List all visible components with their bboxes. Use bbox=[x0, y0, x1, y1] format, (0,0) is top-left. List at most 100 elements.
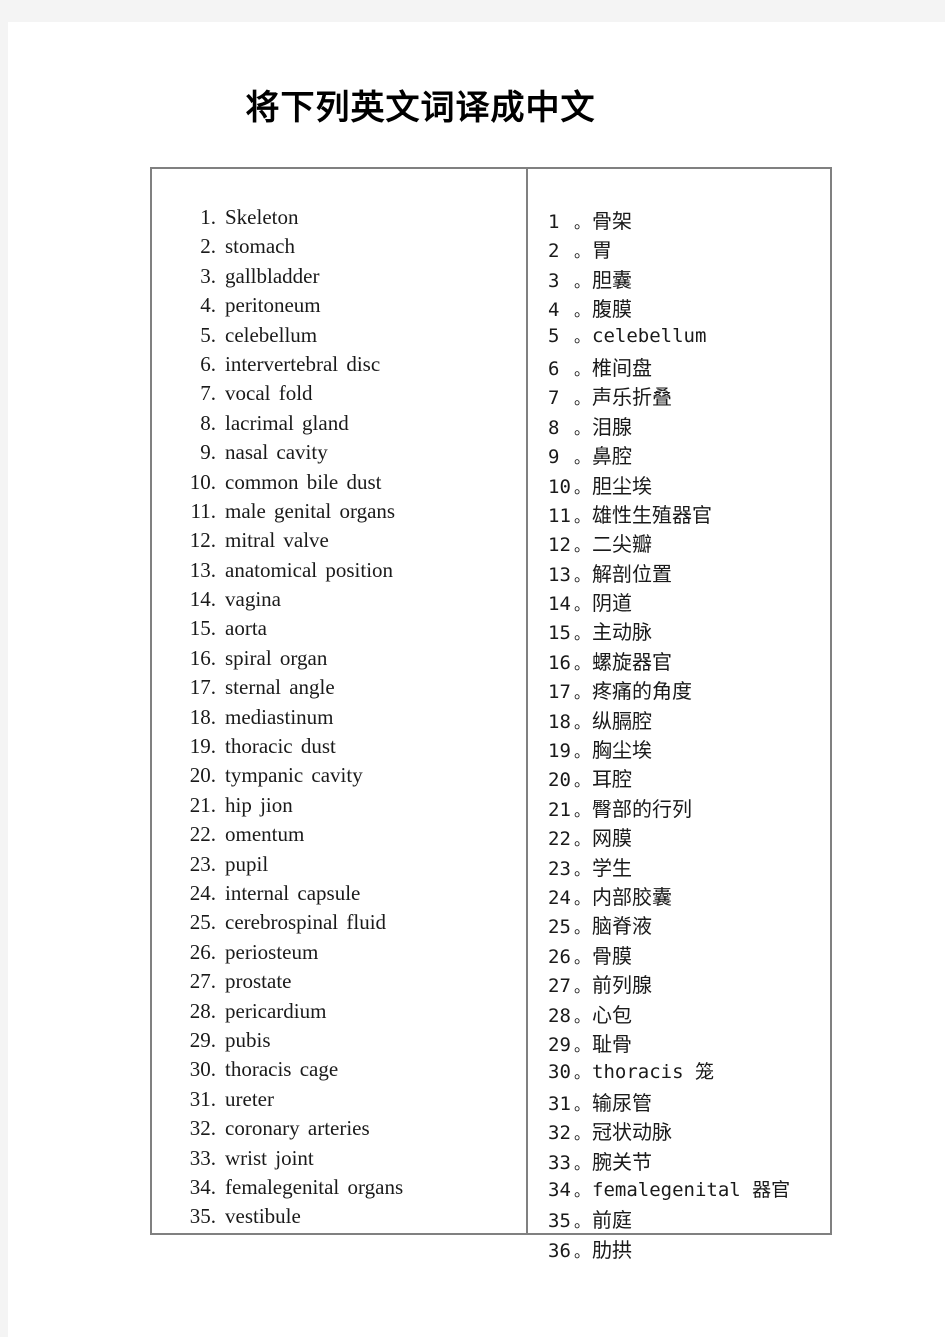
item-number: 15 bbox=[548, 622, 571, 645]
ideographic-full-stop: 。 bbox=[574, 1153, 591, 1173]
english-term: pupil bbox=[225, 851, 269, 876]
ideographic-full-stop: 。 bbox=[574, 448, 591, 468]
item-number: 6. bbox=[200, 351, 216, 376]
ideographic-full-stop: 。 bbox=[574, 742, 591, 762]
item-number: 31 bbox=[548, 1092, 571, 1115]
item-number: 8. bbox=[200, 410, 216, 435]
ideographic-full-stop: 。 bbox=[574, 477, 591, 497]
chinese-answer: 雄性生殖器官 bbox=[592, 502, 713, 527]
ideographic-full-stop: 。 bbox=[574, 1212, 591, 1232]
english-term-row: 18. mediastinum bbox=[176, 705, 526, 734]
item-number: 11. bbox=[190, 498, 216, 523]
english-term: thoracic dust bbox=[225, 734, 336, 759]
item-number: 10. bbox=[189, 469, 216, 494]
english-term: tympanic cavity bbox=[225, 763, 363, 788]
chinese-answer-row: 27。前列腺 bbox=[548, 969, 832, 998]
chinese-answer-row: 33。腕关节 bbox=[548, 1146, 832, 1175]
chinese-answer: 耻骨 bbox=[592, 1031, 633, 1056]
ideographic-full-stop: 。 bbox=[574, 1094, 591, 1114]
chinese-answer: 内部胶囊 bbox=[592, 884, 673, 909]
chinese-answer: 骨架 bbox=[592, 209, 633, 233]
ideographic-full-stop: 。 bbox=[574, 389, 591, 409]
chinese-answer-row: 9 。鼻腔 bbox=[548, 440, 832, 469]
english-term-row: 5. celebellum bbox=[176, 323, 526, 352]
item-number: 28 bbox=[548, 1004, 571, 1027]
chinese-answer: 疼痛的角度 bbox=[592, 679, 693, 704]
english-term-row: 11. male genital organs bbox=[176, 499, 526, 528]
chinese-answer: 臀部的行列 bbox=[592, 796, 693, 821]
chinese-answer: 脑脊液 bbox=[592, 914, 653, 939]
ideographic-full-stop: 。 bbox=[574, 888, 591, 908]
english-term-row: 16. spiral organ bbox=[176, 646, 526, 675]
item-number: 28. bbox=[189, 998, 216, 1023]
item-number: 1. bbox=[200, 205, 216, 229]
ideographic-full-stop: 。 bbox=[574, 1006, 591, 1026]
english-term-row: 3. gallbladder bbox=[176, 264, 526, 293]
english-term: peritoneum bbox=[225, 293, 321, 318]
ideographic-full-stop: 。 bbox=[574, 1035, 591, 1055]
chinese-answer-row: 21。臀部的行列 bbox=[548, 793, 832, 822]
ideographic-full-stop: 。 bbox=[574, 1124, 591, 1144]
item-number: 35 bbox=[548, 1210, 571, 1233]
ideographic-full-stop: 。 bbox=[574, 595, 591, 615]
ideographic-full-stop: 。 bbox=[574, 800, 591, 820]
english-term: vocal fold bbox=[225, 381, 313, 406]
english-term-row: 26. periosteum bbox=[176, 940, 526, 969]
item-number: 3. bbox=[200, 263, 216, 288]
chinese-answer-row: 20。耳腔 bbox=[548, 763, 832, 792]
ideographic-full-stop: 。 bbox=[574, 506, 591, 526]
ideographic-full-stop: 。 bbox=[574, 683, 591, 703]
chinese-answer-row: 11。雄性生殖器官 bbox=[548, 499, 832, 528]
english-term-row: 28. pericardium bbox=[176, 999, 526, 1028]
ideographic-full-stop: 。 bbox=[574, 712, 591, 732]
item-number: 17 bbox=[548, 681, 571, 704]
chinese-answer: 心包 bbox=[592, 1002, 633, 1027]
chinese-answer: 鼻腔 bbox=[592, 444, 633, 469]
chinese-answer-row: 8 。泪腺 bbox=[548, 411, 832, 440]
english-term: coronary arteries bbox=[225, 1116, 370, 1141]
ideographic-full-stop: 。 bbox=[574, 918, 591, 938]
item-number: 26. bbox=[189, 939, 216, 964]
english-term-row: 32. coronary arteries bbox=[176, 1116, 526, 1145]
english-term-row: 30. thoracis cage bbox=[176, 1057, 526, 1086]
item-number: 25 bbox=[548, 916, 571, 939]
english-term: lacrimal gland bbox=[225, 410, 349, 435]
chinese-answer-row: 5 。 celebellum bbox=[548, 323, 832, 352]
ideographic-full-stop: 。 bbox=[574, 242, 591, 262]
item-number: 24. bbox=[189, 880, 216, 905]
item-number: 22. bbox=[189, 822, 216, 847]
chinese-answer-row: 34。 femalegenital 器官 bbox=[548, 1175, 832, 1204]
item-number: 33 bbox=[548, 1151, 571, 1174]
item-number: 1 bbox=[548, 211, 560, 233]
chinese-answer: 胸尘埃 bbox=[592, 738, 653, 763]
english-term: stomach bbox=[225, 234, 295, 259]
chinese-answer-row: 13。解剖位置 bbox=[548, 558, 832, 587]
chinese-answer-row: 12。二尖瓣 bbox=[548, 528, 832, 557]
item-number: 27 bbox=[548, 975, 571, 998]
item-number: 33. bbox=[189, 1145, 216, 1170]
item-number: 5 bbox=[548, 324, 560, 347]
english-term: femalegenital organs bbox=[225, 1174, 404, 1199]
english-term: prostate bbox=[225, 969, 292, 994]
english-term-row: 20. tympanic cavity bbox=[176, 763, 526, 792]
chinese-answer: 肋拱 bbox=[592, 1237, 633, 1262]
item-number: 30. bbox=[189, 1057, 216, 1082]
english-term: pericardium bbox=[225, 998, 327, 1023]
item-number: 8 bbox=[548, 416, 560, 439]
chinese-answer-row: 24。内部胶囊 bbox=[548, 881, 832, 910]
english-term-row: 29. pubis bbox=[176, 1028, 526, 1057]
chinese-answer-row: 1 。骨架 bbox=[548, 205, 832, 234]
item-number: 11 bbox=[548, 504, 571, 527]
english-term-row: 1. Skeleton bbox=[176, 205, 526, 234]
english-term: pubis bbox=[225, 1027, 271, 1052]
item-number: 25. bbox=[189, 910, 216, 935]
chinese-answer: 声乐折叠 bbox=[592, 385, 673, 410]
item-number: 29. bbox=[189, 1027, 216, 1052]
item-number: 14 bbox=[548, 593, 571, 616]
item-number: 12. bbox=[189, 528, 216, 553]
english-term: anatomical position bbox=[225, 557, 394, 582]
ideographic-full-stop: 。 bbox=[574, 418, 591, 438]
english-term-row: 4. peritoneum bbox=[176, 293, 526, 322]
english-term: sternal angle bbox=[225, 675, 335, 700]
chinese-answer-row: 19。胸尘埃 bbox=[548, 734, 832, 763]
